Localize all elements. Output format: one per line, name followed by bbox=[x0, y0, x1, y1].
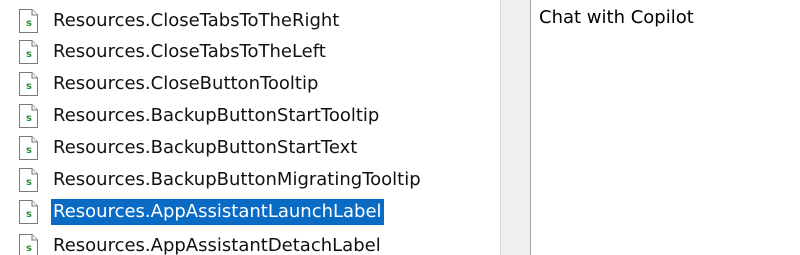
tree-item[interactable]: s Resources.CloseTabsToTheRight bbox=[18, 7, 341, 35]
tree-item[interactable]: s Resources.CloseButtonTooltip bbox=[18, 70, 320, 98]
svg-text:s: s bbox=[26, 113, 32, 124]
string-resource-file-icon: s bbox=[18, 233, 39, 255]
string-resource-file-icon: s bbox=[18, 103, 39, 129]
svg-text:s: s bbox=[26, 243, 32, 254]
tree-item[interactable]: s Resources.BackupButtonStartText bbox=[18, 134, 359, 162]
tree-item-label: Resources.CloseButtonTooltip bbox=[53, 73, 319, 94]
resource-browser: s Resources.CloseTabsToTheRight s Resour… bbox=[0, 0, 800, 255]
pane-splitter[interactable] bbox=[500, 0, 531, 255]
tree-item[interactable]: s Resources.BackupButtonMigratingTooltip bbox=[18, 166, 423, 194]
tree-item[interactable]: s Resources.CloseTabsToTheLeft bbox=[18, 38, 328, 66]
svg-text:s: s bbox=[26, 145, 32, 156]
svg-text:s: s bbox=[26, 49, 32, 60]
string-resource-file-icon: s bbox=[18, 71, 39, 97]
svg-text:s: s bbox=[26, 209, 32, 220]
tree-item[interactable]: s Resources.BackupButtonStartTooltip bbox=[18, 102, 381, 130]
svg-text:s: s bbox=[26, 177, 32, 188]
string-resource-file-icon: s bbox=[18, 135, 39, 161]
tree-item-label: Resources.CloseTabsToTheRight bbox=[53, 10, 340, 31]
string-resource-file-icon: s bbox=[18, 199, 39, 225]
tree-item-label: Resources.CloseTabsToTheLeft bbox=[53, 41, 326, 62]
string-resource-file-icon: s bbox=[18, 8, 39, 34]
svg-text:s: s bbox=[26, 18, 32, 29]
tree-item-label: Resources.BackupButtonStartText bbox=[53, 137, 358, 158]
detail-pane: Chat with Copilot bbox=[531, 0, 800, 255]
tree-item-selected[interactable]: s Resources.AppAssistantLaunchLabel bbox=[18, 198, 384, 226]
resource-value-text: Chat with Copilot bbox=[539, 7, 694, 28]
tree-item-label: Resources.AppAssistantLaunchLabel bbox=[51, 199, 384, 225]
string-resource-file-icon: s bbox=[18, 167, 39, 193]
string-resource-file-icon: s bbox=[18, 39, 39, 65]
tree-item-label: Resources.AppAssistantDetachLabel bbox=[53, 235, 381, 255]
svg-text:s: s bbox=[26, 81, 32, 92]
resource-tree[interactable]: s Resources.CloseTabsToTheRight s Resour… bbox=[0, 0, 500, 255]
tree-item[interactable]: s Resources.AppAssistantDetachLabel bbox=[18, 232, 383, 255]
tree-item-label: Resources.BackupButtonMigratingTooltip bbox=[53, 169, 421, 190]
tree-item-label: Resources.BackupButtonStartTooltip bbox=[53, 105, 380, 126]
